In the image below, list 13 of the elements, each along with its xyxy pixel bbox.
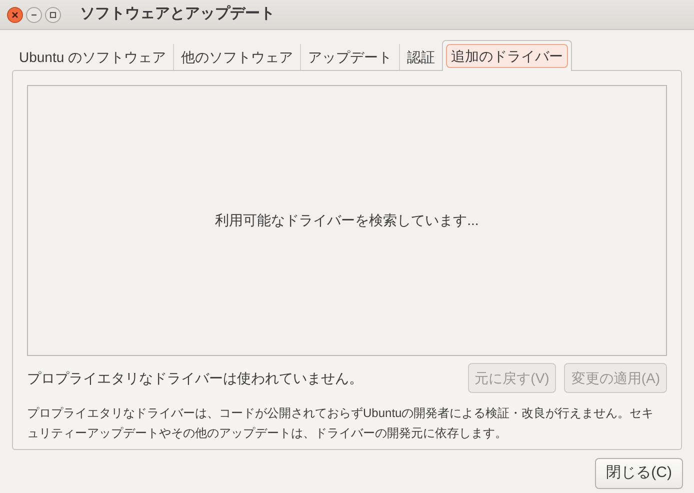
close-button[interactable] [7, 6, 23, 22]
maximize-icon [49, 10, 57, 18]
window-title: ソフトウェアとアップデート [80, 4, 275, 24]
action-button: 元に戻す(V) [468, 363, 556, 393]
action-button: 変更の適用(A) [564, 363, 667, 393]
driver-status-text: プロプライエタリなドライバーは使われていません。 [27, 368, 364, 388]
status-message: 利用可能なドライバーを検索しています... [215, 211, 479, 230]
close-icon [11, 10, 19, 18]
tab[interactable]: 追加のドライバー [446, 44, 568, 68]
tab[interactable]: Ubuntu のソフトウェア [12, 44, 174, 70]
maximize-button[interactable] [45, 6, 61, 22]
close-dialog-button[interactable]: 閉じる(C) [595, 458, 683, 489]
description-text: プロプライエタリなドライバーは、コードが公開されておらずUbuntuの開発者による検証・改良が行えません。セキュリティーアップデートやその他のアップデートは、ドライバーの開発元に依存します。 [27, 405, 655, 442]
